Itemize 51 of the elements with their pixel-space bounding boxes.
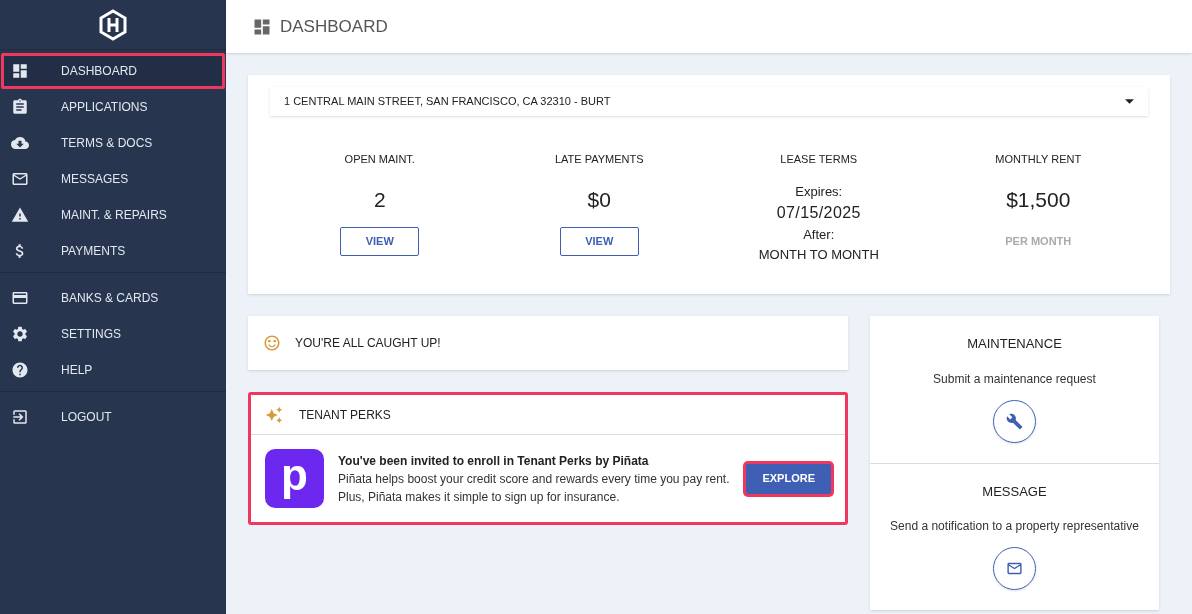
action-title: MAINTENANCE (967, 335, 1062, 353)
warning-icon (11, 206, 29, 224)
nav-item[interactable]: MAINT. & REPAIRS (1, 197, 225, 233)
mail-icon (11, 170, 29, 188)
lease-text: Expires: (795, 182, 843, 201)
stat-value: $1,500 (1006, 186, 1071, 213)
nav-item[interactable]: LOGOUT (1, 399, 225, 435)
clipboard-icon (11, 98, 29, 116)
help-icon (11, 361, 29, 379)
status-text: YOU'RE ALL CAUGHT UP! (295, 335, 441, 352)
wrench-icon (1006, 412, 1023, 430)
nav-item[interactable]: HELP (1, 352, 225, 388)
logo-icon (97, 8, 129, 41)
nav-item[interactable]: DASHBOARD (1, 53, 225, 89)
nav-item[interactable]: BANKS & CARDS (1, 280, 225, 316)
action-title: MESSAGE (982, 482, 1047, 501)
nav-item[interactable]: TERMS & DOCS (1, 125, 225, 161)
perks-title: TENANT PERKS (299, 406, 391, 424)
perks-heading: You've been invited to enroll in Tenant Perks by Piñata (338, 452, 650, 470)
view-button[interactable]: VIEW (340, 227, 420, 256)
credit-card-icon (11, 289, 29, 307)
stat-value: 2 (373, 186, 386, 213)
nav-item[interactable]: MESSAGES (1, 161, 225, 197)
explore-button[interactable]: EXPLORE (746, 463, 831, 494)
action-text: Send a notification to a property representative (890, 518, 1139, 535)
action-text: Submit a maintenance request (933, 370, 1096, 388)
stat-label: OPEN MAINT. (344, 152, 415, 167)
stat-label: LEASE TERMS (780, 152, 858, 167)
perks-description: Piñata helps boost your credit score and rewards every time you pay rent. Plus, Piñata makes it simple to sign up for insurance. (338, 470, 731, 506)
smiley-icon (263, 334, 281, 352)
stat-label: MONTHLY RENT (995, 152, 1082, 167)
nav-item[interactable]: PAYMENTS (1, 233, 225, 269)
stat-value: $0 (587, 186, 611, 213)
nav-item[interactable]: SETTINGS (1, 316, 225, 352)
stat-note: PER MONTH (1005, 234, 1072, 249)
page-title: DASHBOARD (280, 15, 388, 38)
mail-icon (1006, 560, 1023, 577)
property-select[interactable]: 1 CENTRAL MAIN STREET, SAN FRANCISCO, CA 32310 - BURT (270, 87, 1148, 116)
settings-icon (11, 325, 29, 343)
view-button[interactable]: VIEW (559, 227, 639, 256)
lease-text: 07/15/2025 (776, 203, 861, 223)
cloud-download-icon (11, 134, 29, 152)
caret-icon (1125, 99, 1134, 104)
logout-icon (11, 408, 29, 426)
lease-text: After: (803, 226, 835, 244)
nav-item[interactable]: APPLICATIONS (1, 89, 225, 125)
lease-text: MONTH TO MONTH (758, 245, 879, 264)
dashboard-icon (11, 62, 29, 80)
sparkle-icon (265, 405, 283, 424)
app-logo: p (265, 449, 324, 508)
stat-label: LATE PAYMENTS (554, 152, 644, 167)
